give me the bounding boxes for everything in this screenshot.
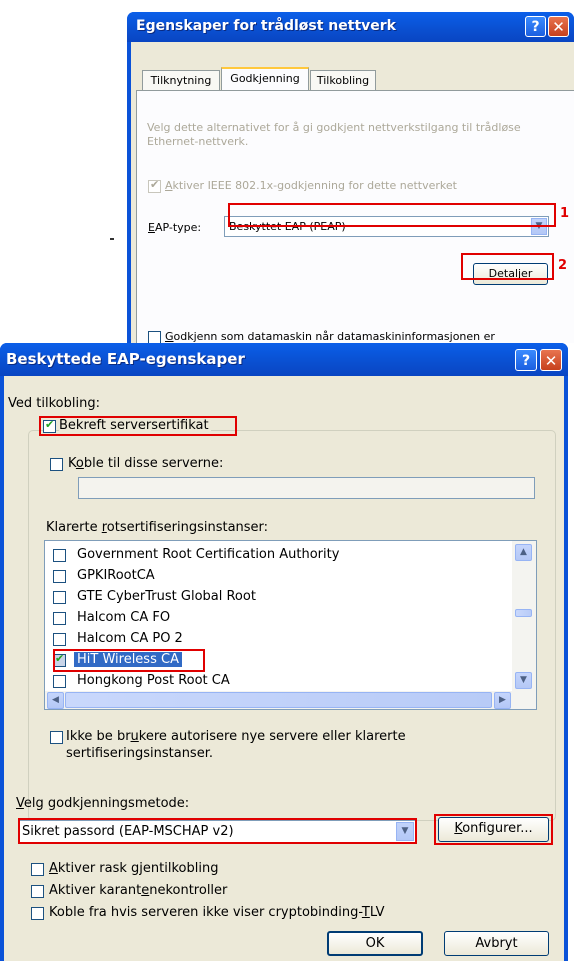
ca-checkbox[interactable] [53,675,66,688]
annotation-number-2: 2 [558,258,568,273]
dialog-body: Ved tilkobling: ✔ Bekreft serversertifik… [4,376,564,961]
annotation-box-details [461,253,554,280]
fast-reconnect-checkbox[interactable] [31,863,44,876]
ieee-checkbox[interactable]: ✔ [148,178,161,193]
quarantine-label: Aktiver karantenekontroller [49,883,228,898]
auth-method-label: Velg godkjenningsmetode: [16,796,190,811]
tab-tilkobling[interactable]: Tilkobling [310,70,376,90]
help-button[interactable]: ? [515,349,537,371]
title-bar[interactable]: Beskyttede EAP-egenskaper ? ✕ [0,343,568,376]
ca-label: Hongkong Post Root CA [77,673,230,688]
ca-checkbox[interactable] [53,612,66,625]
ca-label: Government Root Certification Authority [77,547,340,562]
scrollbar-thumb[interactable] [515,609,532,617]
connect-servers-label: Koble til disse serverne: [68,456,224,471]
no-prompt-label: Ikke be brukere autorisere nye servere e… [66,729,406,744]
ca-label: Halcom CA FO [77,610,171,625]
annotation-box-eap-type [228,203,556,227]
tab-tilknytning[interactable]: Tilknytning [142,70,220,90]
servers-input[interactable] [78,477,535,499]
peap-properties-dialog: Beskyttede EAP-egenskaper ? ✕ Ved tilkob… [0,343,568,961]
wireless-properties-dialog: Egenskaper for trådløst nettverk ? ✕ Til… [127,12,574,343]
close-button[interactable]: ✕ [548,16,569,37]
ca-checkbox[interactable] [53,570,66,583]
quarantine-checkbox[interactable] [31,885,44,898]
close-button[interactable]: ✕ [540,349,562,371]
cryptobinding-label: Koble fra hvis serveren ikke viser crypt… [49,905,385,920]
help-button[interactable]: ? [525,16,546,37]
fast-reconnect-label: Aktiver rask gjentilkobling [49,861,219,876]
cancel-button[interactable]: Avbryt [444,931,549,956]
scroll-up-icon[interactable]: ▲ [515,544,532,561]
ca-label: Halcom CA PO 2 [77,631,183,646]
ca-checkbox[interactable] [53,591,66,604]
stray-mark [110,238,114,240]
dialog-body: Tilknytning Godkjenning Tilkobling Velg … [131,42,574,343]
ok-button[interactable]: OK [327,931,423,956]
no-prompt-checkbox[interactable] [50,731,63,744]
scrollbar-h-thumb[interactable] [65,692,492,708]
annotation-box-configure [434,814,553,845]
ieee-checkbox-label: Aktiver IEEE 802.1x-godkjenning for dett… [165,179,457,192]
no-prompt-label-line2: sertifiseringsinstanser. [66,746,213,761]
scroll-right-icon[interactable]: ▶ [494,692,511,709]
annotation-box-auth-method [18,818,417,844]
machine-auth-label: Godkjenn som datamaskin når datamaskinin… [165,330,495,343]
ca-label: GTE CyberTrust Global Root [77,589,256,604]
annotation-box-hit-ca [53,649,205,672]
connect-servers-checkbox[interactable] [50,458,63,471]
title-bar[interactable]: Egenskaper for trådløst nettverk ? ✕ [127,12,574,42]
machine-auth-checkbox[interactable] [148,331,161,343]
ca-label: GPKIRootCA [77,568,155,583]
dialog-title: Beskyttede EAP-egenskaper [6,350,245,368]
scroll-left-icon[interactable]: ◀ [47,692,64,709]
scroll-down-icon[interactable]: ▼ [515,672,532,689]
eap-type-label: EAP-type: [148,221,202,234]
annotation-number-1: 1 [560,206,570,221]
trusted-roots-label: Klarerte rotsertifiseringsinstanser: [46,520,269,535]
annotation-box-verify-cert [39,416,237,436]
description-text: Velg dette alternativet for å gi godkjen… [147,121,521,148]
horizontal-scrollbar[interactable]: ◀ ▶ [45,691,536,709]
ca-checkbox[interactable] [53,633,66,646]
ca-checkbox[interactable] [53,549,66,562]
cryptobinding-checkbox[interactable] [31,907,44,920]
vertical-scrollbar[interactable]: ▲ ▼ [512,541,536,691]
on-connect-label: Ved tilkobling: [8,396,100,411]
dialog-title: Egenskaper for trådløst nettverk [136,18,396,34]
ca-listbox[interactable]: Government Root Certification Authority … [44,540,537,710]
tab-godkjenning[interactable]: Godkjenning [221,67,309,90]
